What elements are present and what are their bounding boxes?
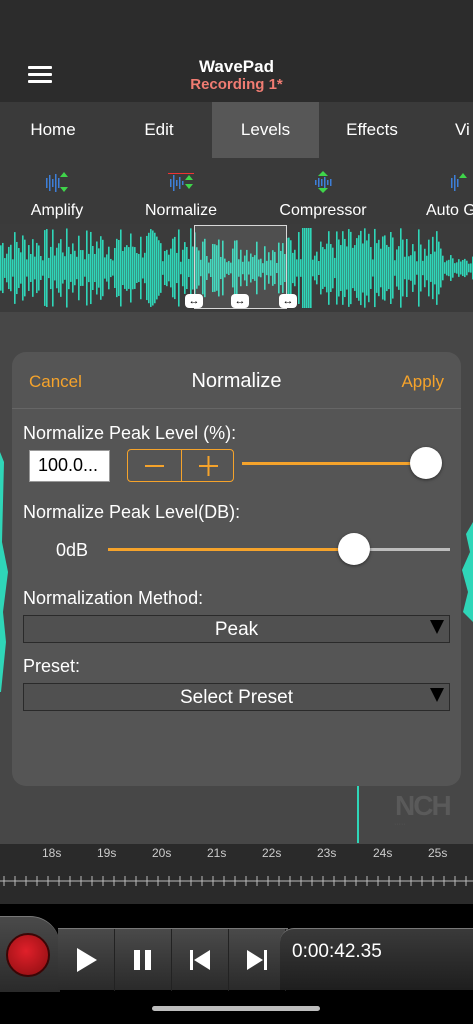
compressor-label: Compressor xyxy=(279,202,367,219)
ribbon-tabs: Home Edit Levels Effects Vi xyxy=(0,102,473,158)
decrement-button[interactable] xyxy=(128,450,181,481)
method-label: Normalization Method: xyxy=(23,588,204,608)
dropdown-arrow-icon xyxy=(430,688,444,702)
timeline-ruler[interactable]: 18s 19s 20s 21s 22s 23s 24s 25s xyxy=(0,844,473,904)
region-end-handle[interactable]: ↔ xyxy=(279,294,297,308)
peak-level-stepper xyxy=(127,449,234,482)
preset-select[interactable]: Select Preset xyxy=(23,683,450,711)
pause-button[interactable] xyxy=(115,929,172,991)
peak-db-label: Normalize Peak Level(DB): xyxy=(23,502,241,522)
peak-db-slider-knob[interactable] xyxy=(338,533,371,565)
waveform-overview[interactable]: ↔ ↔ ↔ xyxy=(0,224,473,312)
method-select-value: Peak xyxy=(214,619,259,640)
current-time: 0:00:42.35 xyxy=(292,941,382,962)
skip-back-icon xyxy=(190,950,210,970)
amplify-icon xyxy=(46,172,68,192)
pause-icon xyxy=(134,950,151,970)
timeline-label: 22s xyxy=(262,846,282,860)
minus-icon xyxy=(145,465,164,467)
region-start-handle[interactable]: ↔ xyxy=(185,294,203,308)
tab-levels[interactable]: Levels xyxy=(212,102,319,158)
transport-controls xyxy=(58,928,288,991)
app-title: WavePad xyxy=(199,57,274,76)
skip-to-start-button[interactable] xyxy=(172,929,229,991)
auto-gain-icon xyxy=(451,173,467,191)
increment-button[interactable] xyxy=(182,450,235,481)
home-indicator[interactable] xyxy=(152,1006,320,1011)
time-display: 0:00:42.35 xyxy=(280,928,473,990)
method-select[interactable]: Peak xyxy=(23,615,450,643)
tab-effects[interactable]: Effects xyxy=(319,102,425,158)
record-button[interactable] xyxy=(6,933,50,977)
play-icon xyxy=(77,948,97,972)
plus-icon xyxy=(199,456,218,476)
compressor-icon xyxy=(315,171,332,193)
nch-logo: NCH xyxy=(395,790,452,821)
peak-level-input[interactable]: 100.0... xyxy=(29,450,110,482)
nch-logo-subtext: ····· xyxy=(394,821,406,828)
preset-select-value: Select Preset xyxy=(180,687,293,708)
peak-level-slider-knob[interactable] xyxy=(410,447,442,479)
timeline-label: 23s xyxy=(317,846,337,860)
dialog-title: Normalize xyxy=(191,370,282,392)
amplify-button[interactable]: Amplify xyxy=(14,158,100,224)
amplify-label: Amplify xyxy=(30,202,84,219)
skip-to-end-button[interactable] xyxy=(229,929,286,991)
auto-gain-label: Auto G xyxy=(426,202,473,219)
dialog-header: Cancel Normalize Apply xyxy=(12,352,461,409)
normalize-icon xyxy=(168,173,194,191)
playhead-line xyxy=(357,785,359,843)
timeline-label: 24s xyxy=(373,846,393,860)
app-header: WavePad Recording 1* xyxy=(0,0,473,102)
tab-edit[interactable]: Edit xyxy=(106,102,212,158)
auto-gain-button[interactable]: Auto G xyxy=(424,158,473,224)
timeline-label: 21s xyxy=(207,846,227,860)
timeline-label: 20s xyxy=(152,846,172,860)
peak-level-slider-track[interactable] xyxy=(242,462,426,465)
peak-db-slider-track[interactable] xyxy=(108,548,450,551)
timeline-label: 19s xyxy=(97,846,117,860)
timeline-label: 18s xyxy=(42,846,62,860)
timeline-label: 25s xyxy=(428,846,448,860)
preset-label: Preset: xyxy=(23,656,81,676)
timeline-ticks xyxy=(0,876,473,886)
peak-level-label: Normalize Peak Level (%): xyxy=(23,423,237,443)
normalize-label: Normalize xyxy=(144,202,217,219)
dropdown-arrow-icon xyxy=(430,620,444,634)
normalize-button[interactable]: Normalize xyxy=(136,158,226,224)
tab-view[interactable]: Vi xyxy=(455,102,473,158)
apply-button[interactable]: Apply xyxy=(401,372,444,392)
play-button[interactable] xyxy=(58,929,115,991)
file-name: Recording 1* xyxy=(190,76,283,93)
skip-forward-icon xyxy=(247,950,267,970)
compressor-button[interactable]: Compressor xyxy=(273,158,373,224)
region-move-handle[interactable]: ↔ xyxy=(231,294,249,308)
record-button-housing xyxy=(0,916,60,992)
normalize-dialog: Cancel Normalize Apply Normalize Peak Le… xyxy=(12,352,461,786)
tab-home[interactable]: Home xyxy=(0,102,106,158)
peak-db-value: 0dB xyxy=(56,540,89,560)
levels-toolbar: Amplify Normalize Compressor Auto G xyxy=(0,158,473,224)
